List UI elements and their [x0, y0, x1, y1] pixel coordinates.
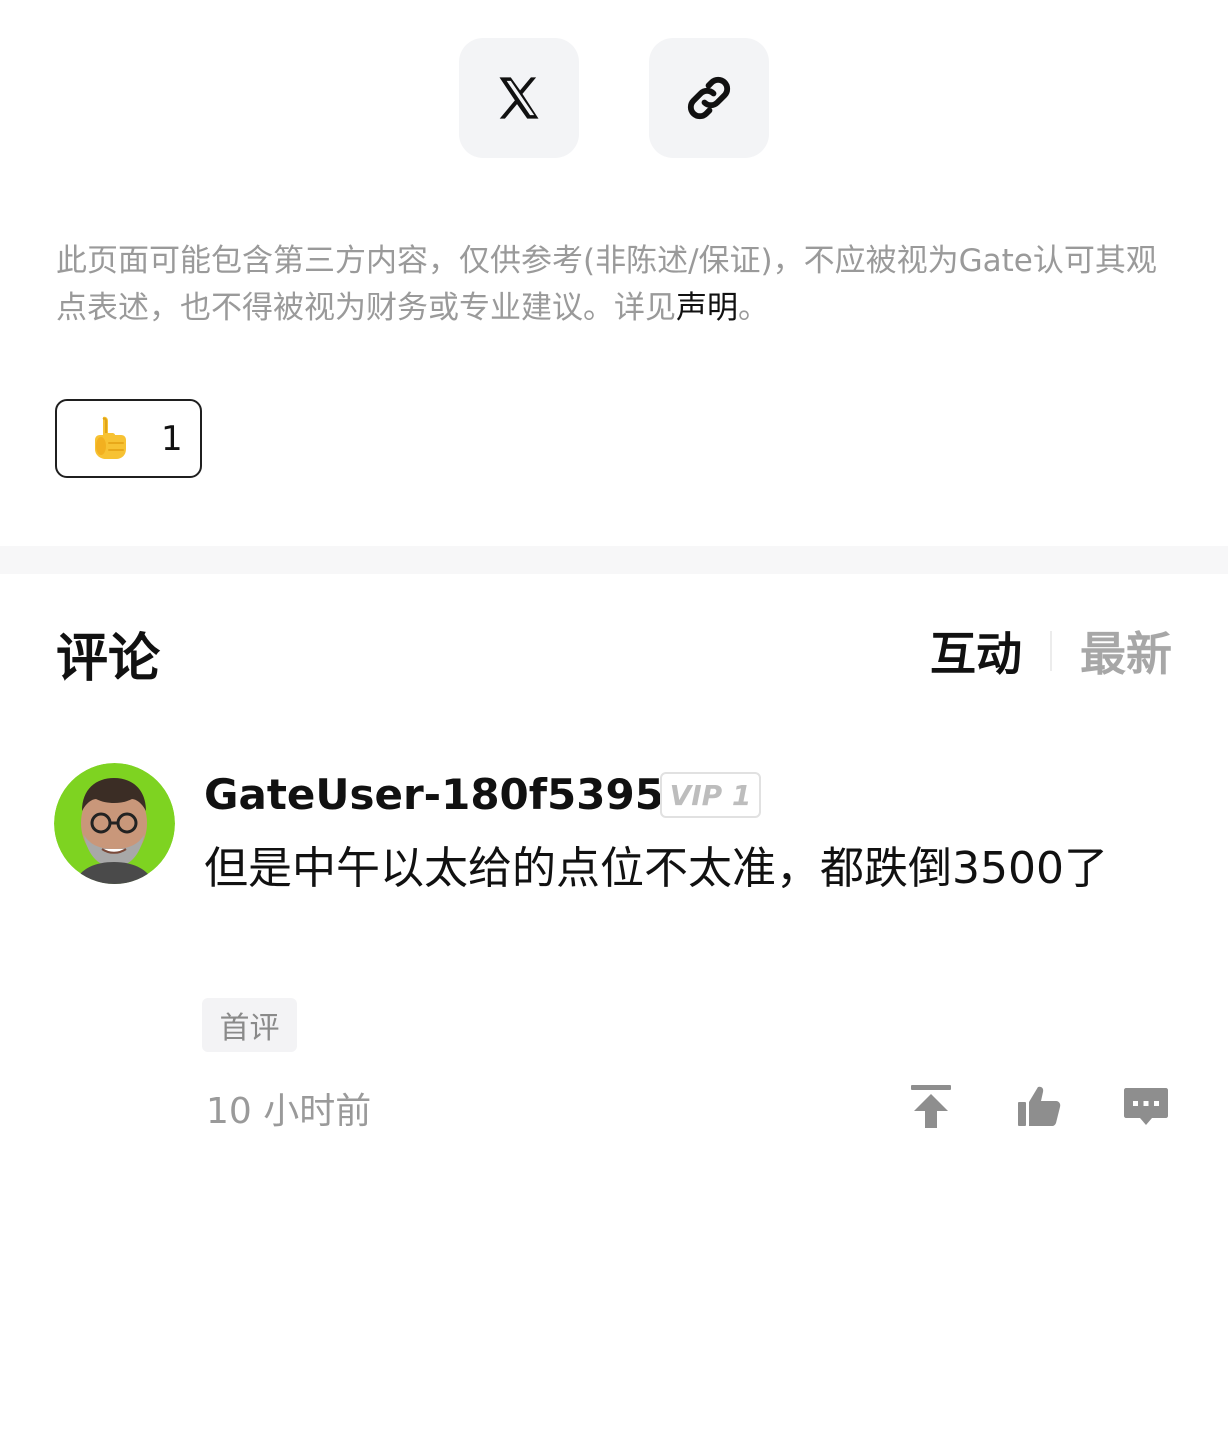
vip-badge: VIP 1: [660, 772, 761, 818]
tab-divider: [1050, 631, 1052, 671]
reaction-count: 1: [161, 418, 183, 459]
pin-top-button[interactable]: [905, 1080, 957, 1132]
section-divider: [0, 546, 1228, 574]
link-icon: [687, 76, 731, 120]
x-logo-icon: [499, 77, 539, 119]
comment-like-button[interactable]: [1013, 1080, 1065, 1132]
reply-button[interactable]: [1120, 1080, 1172, 1132]
comment-username[interactable]: GateUser-180f5395: [204, 770, 664, 819]
comment-text: 但是中午以太给的点位不太准，都跌倒3500了: [204, 843, 1108, 894]
tab-interaction[interactable]: 互动: [930, 618, 1022, 684]
disclaimer-link[interactable]: 声明: [676, 290, 738, 326]
avatar[interactable]: [54, 763, 175, 884]
disclaimer-text: 此页面可能包含第三方内容，仅供参考(非陈述/保证)，不应被视为Gate认可其观点…: [56, 243, 1157, 326]
reaction-chip[interactable]: 1: [55, 399, 202, 478]
share-x-button[interactable]: [459, 38, 579, 158]
thumbs-up-emoji-icon: [89, 413, 131, 465]
arrow-to-top-icon: [911, 1085, 951, 1128]
tab-latest[interactable]: 最新: [1080, 618, 1172, 684]
comment-sort-tabs: 互动 最新: [930, 618, 1172, 684]
copy-link-button[interactable]: [649, 38, 769, 158]
first-comment-tag: 首评: [202, 998, 297, 1052]
comments-title: 评论: [56, 629, 161, 689]
comment-timestamp: 10 小时前: [206, 1091, 372, 1132]
comment-bubble-icon: [1124, 1088, 1168, 1125]
post-footer: 此页面可能包含第三方内容，仅供参考(非陈述/保证)，不应被视为Gate认可其观点…: [0, 0, 1228, 1435]
thumbs-up-icon: [1018, 1086, 1061, 1126]
